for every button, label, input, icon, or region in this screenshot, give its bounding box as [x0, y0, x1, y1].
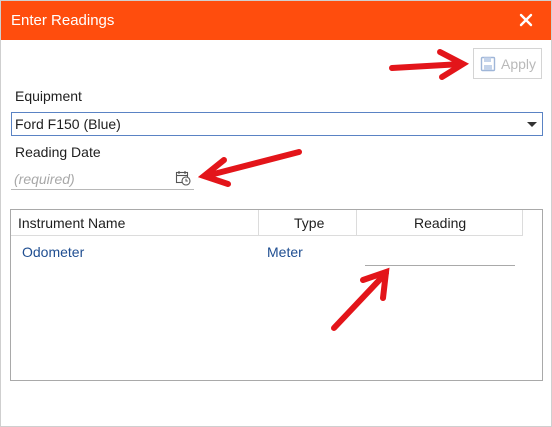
- save-icon: [480, 56, 496, 72]
- reading-date-field[interactable]: (required): [11, 166, 194, 190]
- column-header-type[interactable]: Type: [259, 210, 357, 236]
- apply-button[interactable]: Apply: [473, 48, 542, 79]
- calendar-clock-icon[interactable]: [175, 170, 191, 186]
- readings-grid: Instrument Name Type Reading Odometer Me…: [10, 209, 543, 381]
- title-bar: Enter Readings: [1, 1, 551, 40]
- reading-date-placeholder: (required): [14, 171, 75, 187]
- equipment-label: Equipment: [15, 88, 82, 104]
- instrument-name-cell: Odometer: [22, 244, 85, 260]
- reading-date-label: Reading Date: [15, 144, 101, 160]
- dialog-title: Enter Readings: [11, 12, 115, 29]
- enter-readings-dialog: Enter Readings Apply Equipment Ford F150…: [0, 0, 552, 427]
- apply-label: Apply: [501, 56, 537, 72]
- equipment-dropdown[interactable]: Ford F150 (Blue): [11, 112, 543, 136]
- column-header-instrument-name[interactable]: Instrument Name: [11, 210, 259, 236]
- type-cell: Meter: [267, 244, 303, 260]
- column-header-reading[interactable]: Reading: [357, 210, 523, 236]
- equipment-selected-value: Ford F150 (Blue): [15, 116, 121, 132]
- close-button[interactable]: [517, 9, 535, 31]
- close-icon: [519, 13, 533, 27]
- dropdown-caret-icon: [527, 122, 537, 127]
- reading-input[interactable]: [365, 243, 515, 266]
